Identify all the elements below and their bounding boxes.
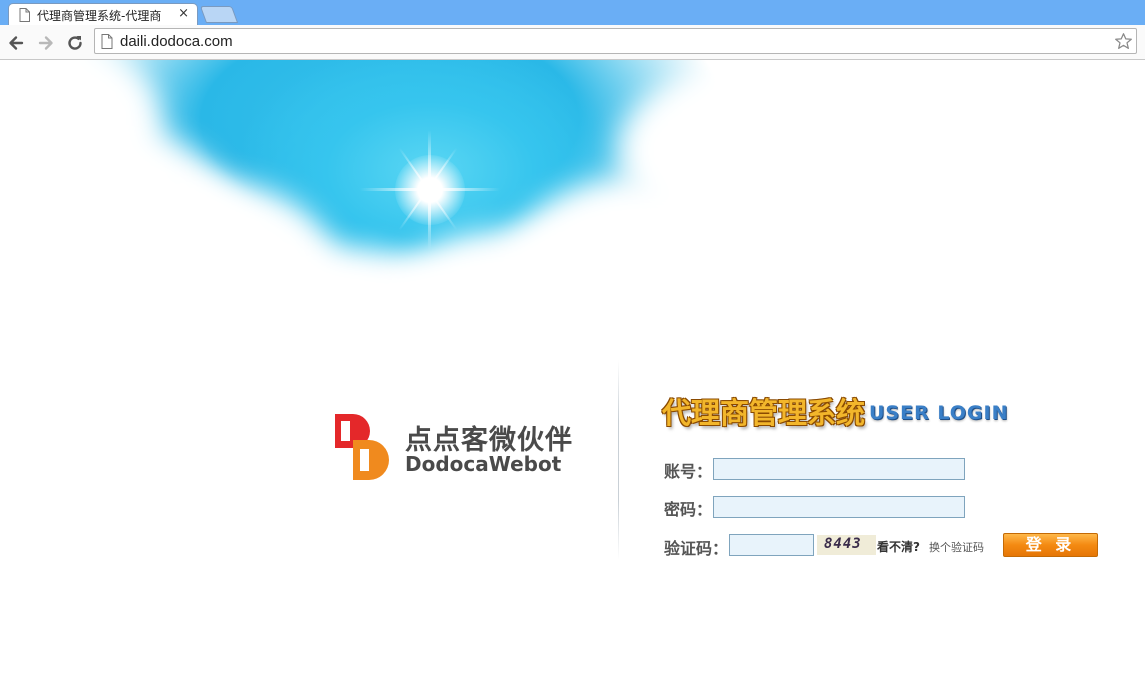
page-icon: [101, 34, 113, 49]
account-input[interactable]: [713, 458, 965, 480]
user-login-heading: USER LOGIN: [869, 402, 1009, 424]
browser-tabstrip: 代理商管理系统-代理商 ×: [0, 0, 1145, 25]
divider: [618, 360, 619, 560]
change-captcha-link[interactable]: 换个验证码: [929, 539, 984, 555]
captcha-unclear-text: 看不清?: [877, 540, 920, 554]
brand-name-en: DodocaWebot: [405, 452, 562, 476]
brand-logo: 点点客微伙伴 DodocaWebot: [333, 410, 573, 480]
captcha-text: 8443: [824, 536, 862, 552]
captcha-input[interactable]: [729, 534, 814, 556]
back-arrow-icon[interactable]: [6, 33, 26, 53]
login-button[interactable]: 登 录: [1003, 533, 1098, 557]
captcha-label: 验证码：: [664, 539, 729, 558]
page-content: 点点客微伙伴 DodocaWebot 代理商管理系统 USER LOGIN 账号…: [0, 60, 1145, 688]
password-input[interactable]: [713, 496, 965, 518]
password-label: 密码：: [664, 500, 713, 519]
address-bar[interactable]: daili.dodoca.com: [94, 28, 1137, 54]
new-tab-button[interactable]: [199, 6, 239, 23]
close-icon[interactable]: ×: [178, 6, 189, 22]
tab-title: 代理商管理系统-代理商: [37, 9, 162, 23]
page-icon: [19, 8, 30, 22]
url-text: daili.dodoca.com: [120, 33, 233, 50]
browser-toolbar: daili.dodoca.com: [0, 25, 1145, 60]
browser-tab[interactable]: 代理商管理系统-代理商 ×: [8, 3, 198, 25]
account-label: 账号：: [664, 462, 713, 481]
star-icon[interactable]: [1114, 32, 1133, 51]
reload-icon[interactable]: [65, 33, 85, 53]
captcha-image[interactable]: 8443: [817, 535, 876, 555]
forward-arrow-icon[interactable]: [36, 33, 56, 53]
dd-logo-icon: [335, 414, 389, 480]
system-title: 代理商管理系统: [662, 396, 866, 430]
